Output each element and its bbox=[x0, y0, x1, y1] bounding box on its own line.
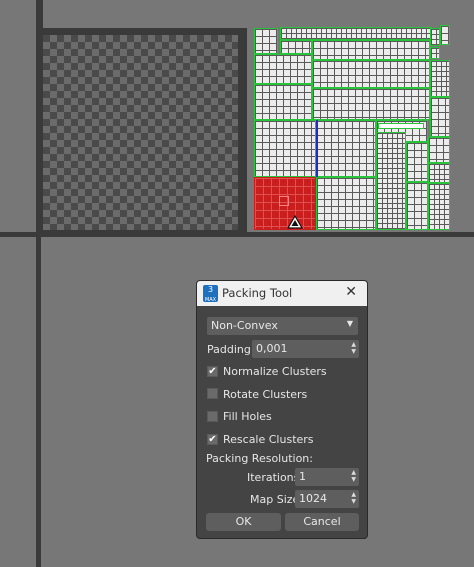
uv-island[interactable] bbox=[406, 182, 428, 230]
spinner-arrows-icon[interactable]: ▲ ▼ bbox=[351, 341, 356, 355]
checker-texture-area bbox=[43, 35, 238, 230]
fill-holes-checkbox[interactable] bbox=[207, 411, 218, 422]
packing-method-value: Non-Convex bbox=[211, 319, 278, 332]
uv-island[interactable] bbox=[280, 27, 432, 40]
rescale-clusters-checkbox[interactable]: ✔ bbox=[207, 434, 218, 445]
padding-value: 0,001 bbox=[256, 342, 288, 355]
normalize-clusters-label: Normalize Clusters bbox=[223, 365, 327, 378]
packing-resolution-label: Packing Resolution: bbox=[206, 452, 313, 465]
uv-island[interactable] bbox=[406, 142, 428, 182]
uv-island[interactable] bbox=[430, 97, 450, 137]
uv-island[interactable] bbox=[428, 183, 450, 230]
uv-island[interactable] bbox=[430, 60, 450, 97]
uv-highlight-bar bbox=[378, 123, 424, 129]
spinner-arrows-icon[interactable]: ▲ ▼ bbox=[351, 491, 356, 505]
spinner-arrows-icon[interactable]: ▲ ▼ bbox=[351, 469, 356, 483]
uv-island[interactable] bbox=[254, 28, 278, 54]
uv-island[interactable] bbox=[312, 60, 430, 88]
rescale-clusters-label: Rescale Clusters bbox=[223, 433, 314, 446]
uv-islands-area[interactable] bbox=[254, 25, 450, 230]
fill-holes-label: Fill Holes bbox=[223, 410, 272, 423]
uv-island[interactable] bbox=[254, 120, 316, 177]
3dsmax-app-icon: 3 MAX bbox=[203, 285, 218, 303]
close-icon[interactable]: ✕ bbox=[345, 284, 357, 300]
uv-island[interactable] bbox=[316, 177, 376, 230]
uv-island[interactable] bbox=[312, 88, 430, 120]
iterations-value: 1 bbox=[299, 470, 306, 483]
rotate-clusters-checkbox[interactable] bbox=[207, 388, 218, 399]
uv-selection-marker bbox=[279, 196, 289, 206]
viewport-axis-v-top bbox=[40, 0, 43, 28]
dialog-titlebar[interactable]: 3 MAX Packing Tool ✕ bbox=[197, 281, 367, 306]
cancel-button[interactable]: Cancel bbox=[285, 513, 359, 531]
uv-island[interactable] bbox=[430, 47, 440, 59]
normalize-clusters-checkbox[interactable]: ✔ bbox=[207, 366, 218, 377]
uv-island[interactable] bbox=[254, 84, 312, 120]
padding-label: Padding: bbox=[207, 343, 255, 356]
map-size-value: 1024 bbox=[299, 492, 327, 505]
uv-island[interactable] bbox=[312, 40, 430, 60]
packing-method-select[interactable]: Non-Convex ▼ bbox=[207, 317, 358, 335]
warning-icon bbox=[286, 214, 304, 229]
uv-island[interactable] bbox=[280, 40, 312, 54]
map-size-spinner[interactable]: 1024 ▲ ▼ bbox=[295, 490, 359, 508]
uv-seam-blue bbox=[316, 120, 318, 177]
chevron-down-icon: ▼ bbox=[346, 319, 353, 328]
uv-island[interactable] bbox=[254, 54, 312, 84]
uv-frame-right bbox=[242, 28, 247, 233]
uv-island[interactable] bbox=[428, 163, 450, 183]
uv-island[interactable] bbox=[430, 28, 440, 46]
dialog-title: Packing Tool bbox=[222, 286, 293, 300]
uv-island[interactable] bbox=[376, 132, 406, 230]
uv-island[interactable] bbox=[440, 25, 450, 45]
ok-button[interactable]: OK bbox=[206, 513, 281, 531]
rotate-clusters-label: Rotate Clusters bbox=[223, 388, 308, 401]
packing-tool-dialog[interactable]: 3 MAX Packing Tool ✕ Non-Convex ▼ Padding… bbox=[196, 280, 368, 539]
uv-island[interactable] bbox=[428, 137, 450, 163]
iterations-spinner[interactable]: 1 ▲ ▼ bbox=[295, 468, 359, 486]
uv-island[interactable] bbox=[316, 120, 376, 177]
padding-spinner[interactable]: 0,001 ▲ ▼ bbox=[252, 340, 359, 358]
